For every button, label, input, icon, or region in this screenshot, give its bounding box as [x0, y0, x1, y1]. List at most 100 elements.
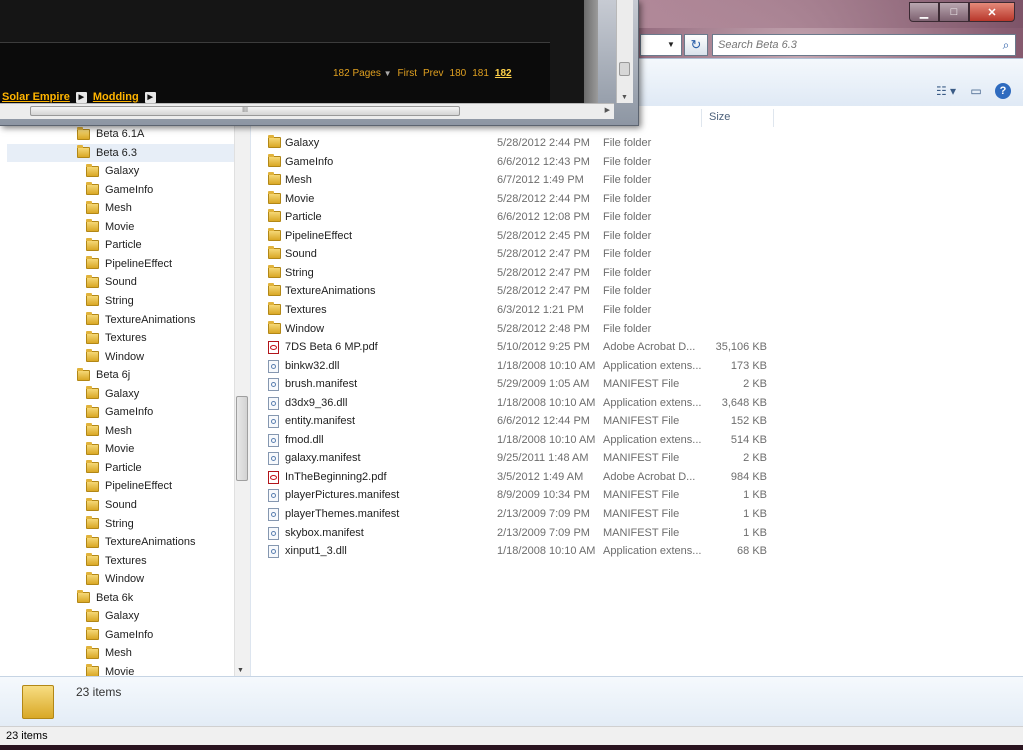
pages-count-dropdown[interactable]: 182 Pages ▼	[333, 68, 392, 79]
breadcrumb-modding[interactable]: Modding	[93, 91, 139, 103]
navigation-scrollbar[interactable]: ▼	[234, 106, 250, 676]
scroll-right-icon[interactable]: ▶	[605, 106, 610, 114]
nav-tree-item[interactable]: Beta 6k	[0, 589, 234, 607]
page-link[interactable]: 180	[450, 68, 467, 79]
file-row[interactable]: d3dx9_36.dll 1/18/2008 10:10 AM Applicatio…	[251, 395, 1023, 413]
folder-icon	[268, 172, 281, 186]
file-row[interactable]: Sound 5/28/2012 2:47 PM File folder	[251, 246, 1023, 264]
maximize-button[interactable]: □	[939, 2, 969, 22]
nav-tree-item[interactable]: Movie	[0, 663, 234, 676]
file-row[interactable]: playerThemes.manifest 2/13/2009 7:09 PM MA…	[251, 506, 1023, 524]
minimize-icon: ▁	[919, 6, 929, 19]
file-row[interactable]: xinput1_3.dll 1/18/2008 10:10 AM Applicati…	[251, 543, 1023, 561]
nav-tree-item-label: TextureAnimations	[105, 536, 196, 549]
nav-tree-item[interactable]: Mesh	[0, 199, 234, 217]
change-view-icon[interactable]: ☷ ▾	[935, 81, 957, 101]
file-row[interactable]: binkw32.dll 1/18/2008 10:10 AM Application…	[251, 358, 1023, 376]
nav-tree-item[interactable]: Galaxy	[0, 385, 234, 403]
help-icon[interactable]: ?	[995, 83, 1011, 99]
file-row[interactable]: GameInfo 6/6/2012 12:43 PM File folder	[251, 153, 1023, 172]
nav-tree-item-label: Window	[105, 573, 145, 586]
file-icon-wrapper	[268, 341, 279, 357]
nav-tree-item[interactable]: GameInfo	[0, 403, 234, 421]
nav-tree-item[interactable]: Galaxy	[0, 162, 234, 180]
file-row[interactable]: Window 5/28/2012 2:48 PM File folder	[251, 320, 1023, 339]
nav-tree-item[interactable]: Beta 6j	[0, 366, 234, 384]
browser-window[interactable]: 182 Pages ▼ First Prev 180 181 182 Solar…	[0, 0, 639, 126]
file-row[interactable]: InTheBeginning2.pdf 3/5/2012 1:49 AM Adobe…	[251, 469, 1023, 487]
search-input[interactable]	[713, 37, 997, 53]
nav-tree-item[interactable]: Sound	[0, 496, 234, 514]
nav-tree-item[interactable]: Beta 6.3	[7, 143, 234, 162]
nav-tree-item[interactable]: Galaxy	[0, 607, 234, 625]
folder-icon	[86, 627, 99, 641]
column-divider[interactable]	[701, 109, 702, 127]
nav-tree-item[interactable]: Textures	[0, 552, 234, 570]
browser-vertical-scroll-thumb[interactable]	[619, 62, 630, 76]
browser-horizontal-scroll-thumb[interactable]: III	[30, 106, 460, 116]
nav-tree-item[interactable]: Sound	[0, 273, 234, 291]
nav-tree-item[interactable]: TextureAnimations	[0, 533, 234, 551]
refresh-icon: ↻	[690, 37, 702, 52]
nav-tree-item[interactable]: PipelineEffect	[0, 477, 234, 495]
column-header-size[interactable]: Size	[709, 106, 730, 128]
nav-tree-item[interactable]: Mesh	[0, 644, 234, 662]
file-row[interactable]: galaxy.manifest 9/25/2011 1:48 AM MANIFEST…	[251, 450, 1023, 468]
scroll-down-icon[interactable]: ▼	[621, 94, 628, 101]
browser-frame-strip	[584, 0, 598, 103]
nav-tree-item[interactable]: Movie	[0, 218, 234, 236]
file-row[interactable]: skybox.manifest 2/13/2009 7:09 PM MANIFEST…	[251, 525, 1023, 543]
breadcrumb-arrow-icon[interactable]: ▶	[144, 91, 156, 103]
file-row[interactable]: PipelineEffect 5/28/2012 2:45 PM File fold…	[251, 227, 1023, 246]
nav-tree-item[interactable]: Window	[0, 348, 234, 366]
file-date-modified: 6/6/2012 12:44 PM	[497, 415, 590, 428]
scroll-down-icon[interactable]: ▼	[237, 667, 244, 674]
file-row[interactable]: entity.manifest 6/6/2012 12:44 PM MANIFEST…	[251, 413, 1023, 431]
file-row[interactable]: String 5/28/2012 2:47 PM File folder	[251, 264, 1023, 283]
nav-tree-item[interactable]: Beta 6.1A	[0, 125, 234, 143]
file-row[interactable]: TextureAnimations 5/28/2012 2:47 PM File f…	[251, 283, 1023, 301]
nav-tree-item[interactable]: Particle	[0, 459, 234, 477]
nav-tree-item-label: Sound	[105, 499, 137, 511]
first-page-link[interactable]: First	[398, 68, 417, 79]
prev-page-link[interactable]: Prev	[423, 68, 444, 79]
nav-tree-item[interactable]: Window	[0, 570, 234, 588]
file-row[interactable]: 7DS Beta 6 MP.pdf 5/10/2012 9:25 PM Adobe …	[251, 339, 1023, 357]
file-row[interactable]: Particle 6/6/2012 12:08 PM File folder	[251, 209, 1023, 227]
file-type: MANIFEST File	[603, 526, 680, 539]
close-button[interactable]: ✕	[969, 2, 1015, 22]
page-link[interactable]: 181	[472, 68, 489, 79]
nav-tree-item[interactable]: Movie	[0, 440, 234, 458]
nav-tree-item[interactable]: Mesh	[0, 422, 234, 440]
breadcrumb-solar-empire[interactable]: Solar Empire	[2, 91, 70, 103]
file-name: Textures	[285, 303, 327, 316]
file-row[interactable]: fmod.dll 1/18/2008 10:10 AM Application ex…	[251, 432, 1023, 450]
address-dropdown-icon[interactable]: ▼	[662, 34, 680, 54]
breadcrumb-arrow-icon[interactable]: ▶	[75, 91, 87, 103]
column-divider[interactable]	[773, 109, 774, 127]
file-row[interactable]: Mesh 6/7/2012 1:49 PM File folder	[251, 172, 1023, 190]
nav-tree-item[interactable]: TextureAnimations	[0, 311, 234, 329]
nav-tree-item[interactable]: Particle	[0, 236, 234, 254]
nav-tree-item[interactable]: String	[0, 515, 234, 533]
preview-pane-icon[interactable]: ▭	[965, 81, 987, 101]
file-row[interactable]: playerPictures.manifest 8/9/2009 10:34 PM…	[251, 487, 1023, 505]
nav-tree-item[interactable]: Textures	[0, 329, 234, 347]
browser-vertical-scrollbar[interactable]: ▼	[616, 0, 633, 103]
refresh-button[interactable]: ↻	[684, 34, 708, 56]
minimize-button[interactable]: ▁	[909, 2, 939, 22]
nav-tree-item-label: Beta 6.1A	[96, 128, 145, 140]
navigation-scroll-thumb[interactable]	[236, 396, 248, 481]
nav-tree-item[interactable]: String	[0, 292, 234, 310]
search-icon[interactable]: ⌕	[997, 38, 1015, 53]
nav-tree-item[interactable]: GameInfo	[0, 626, 234, 644]
file-row[interactable]: Movie 5/28/2012 2:44 PM File folder	[251, 190, 1023, 209]
browser-horizontal-scrollbar[interactable]: III ▶	[0, 103, 614, 119]
file-row[interactable]: Galaxy 5/28/2012 2:44 PM File folder	[251, 135, 1023, 153]
file-row[interactable]: Textures 6/3/2012 1:21 PM File folder	[251, 301, 1023, 320]
file-date-modified: 5/28/2012 2:47 PM	[497, 248, 590, 261]
nav-tree-item[interactable]: PipelineEffect	[0, 255, 234, 273]
file-row[interactable]: brush.manifest 5/29/2009 1:05 AM MANIFEST …	[251, 376, 1023, 394]
file-icon-wrapper	[268, 508, 279, 524]
nav-tree-item[interactable]: GameInfo	[0, 181, 234, 199]
